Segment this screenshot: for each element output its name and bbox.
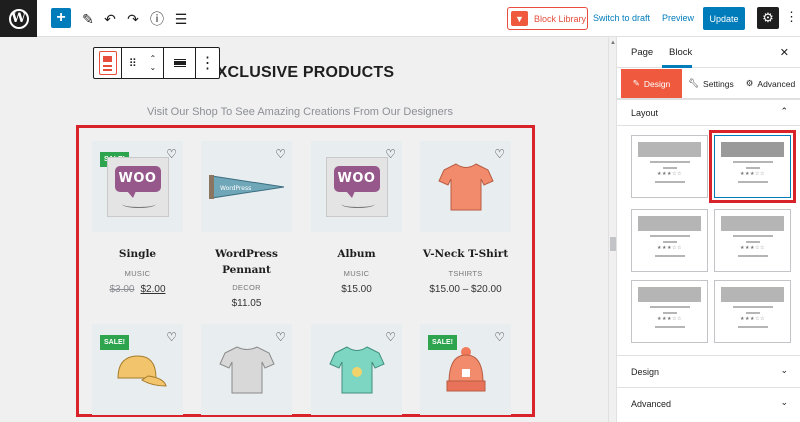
add-block-button[interactable]: + [51, 8, 71, 28]
advanced-section-title[interactable]: Advanced [631, 399, 671, 409]
product-price: $15.00 [341, 284, 372, 295]
subtab-design[interactable]: ✎ Design [621, 69, 682, 98]
layout-option-2-selected[interactable]: ★★★☆☆ [709, 130, 796, 203]
grey-tshirt-illustration [218, 345, 275, 393]
original-price: $3.00 [109, 284, 135, 295]
design-section-title[interactable]: Design [631, 367, 659, 377]
product-category: MUSIC [343, 269, 370, 278]
product-card[interactable]: ♡ WordPress WordPress Pennant DECOR $11.… [201, 141, 292, 309]
teal-tshirt-illustration [328, 345, 385, 393]
settings-gear-icon[interactable]: ⚙ [757, 7, 779, 29]
wishlist-heart-icon[interactable]: ♡ [166, 331, 177, 343]
product-card[interactable]: ♡ [311, 324, 402, 415]
product-category: TSHIRTS [448, 269, 483, 278]
product-image[interactable]: ♡ [420, 141, 511, 232]
layout-option-3[interactable]: ★★★☆☆ [631, 209, 708, 272]
product-card[interactable]: ♡ V-Neck T-Shirt TSHIRTS $15.00 – $20.00 [420, 141, 511, 295]
settings-sidebar: Page Block ✕ ✎ Design 🔧︎ Settings ⚙ Advance… [616, 37, 800, 422]
product-image[interactable]: ♡ WOO [311, 141, 402, 232]
product-image[interactable]: SALE! ♡ [92, 324, 183, 415]
more-options-icon[interactable]: ⋮ [785, 9, 798, 25]
tab-block[interactable]: Block [669, 47, 692, 58]
basket-icon: ▼ [511, 11, 528, 26]
brush-icon: ✎ [632, 78, 640, 88]
orange-tshirt-illustration [437, 162, 494, 210]
product-name[interactable]: Album [311, 246, 402, 262]
move-up-down-icon[interactable]: ⌃ ⌄ [149, 54, 156, 72]
sale-price: $2.00 [140, 284, 166, 295]
block-subtabs: ✎ Design 🔧︎ Settings ⚙ Advanced [617, 68, 800, 99]
block-library-label: Block Library [534, 13, 587, 24]
details-info-icon[interactable]: ⓘ [146, 8, 168, 30]
block-options-icon[interactable]: ⋮ [196, 48, 219, 78]
chevron-up-icon[interactable]: ⌃ [780, 106, 788, 117]
align-icon [173, 59, 186, 67]
align-button[interactable] [164, 48, 196, 78]
drag-handle-icon[interactable]: ⠿ [129, 57, 137, 70]
section-subheading: Visit Our Shop To See Amazing Creations … [147, 106, 453, 118]
product-card[interactable]: SALE! ♡ [92, 324, 183, 415]
product-category: MUSIC [124, 269, 151, 278]
wrench-icon: 🔧︎ [688, 78, 700, 88]
product-name[interactable]: V-Neck T-Shirt [420, 246, 511, 262]
product-card[interactable]: ♡ [201, 324, 292, 415]
product-price: $15.00 – $20.00 [429, 284, 502, 295]
chevron-down-icon[interactable]: ⌄ [780, 397, 788, 408]
product-image[interactable]: ♡ [311, 324, 402, 415]
woo-album-cover: WOO [106, 156, 169, 217]
edit-tools-icon[interactable]: ✎ [77, 8, 99, 30]
layout-option-1[interactable]: ★★★☆☆ [631, 135, 708, 198]
wordpress-logo-button[interactable]: W [0, 0, 37, 37]
svg-text:WordPress: WordPress [220, 185, 251, 192]
product-name[interactable]: Single [92, 246, 183, 262]
product-image[interactable]: SALE! ♡ WOO [92, 141, 183, 232]
gear-icon: ⚙ [745, 78, 754, 88]
close-icon[interactable]: ✕ [780, 46, 789, 59]
product-category: DECOR [232, 283, 261, 292]
chevron-down-icon[interactable]: ⌄ [780, 365, 788, 376]
product-card[interactable]: SALE! ♡ [420, 324, 511, 415]
redo-icon[interactable]: ↷ [122, 8, 144, 30]
subtab-advanced[interactable]: ⚙ Advanced [742, 69, 799, 98]
switch-to-draft-link[interactable]: Switch to draft [593, 13, 650, 23]
product-card[interactable]: SALE! ♡ WOO Single MUSIC $3.00 $2.00 [92, 141, 183, 295]
product-image[interactable]: ♡ WordPress [201, 141, 292, 232]
editor-top-bar: W + ✎ ↶ ↷ ⓘ ☰ ▼ Block Library Switch to … [0, 0, 800, 37]
canvas-scrollbar[interactable]: ▲ [608, 37, 616, 422]
preview-link[interactable]: Preview [662, 13, 694, 23]
beanie-illustration [446, 346, 485, 391]
wishlist-heart-icon[interactable]: ♡ [494, 148, 505, 160]
wishlist-heart-icon[interactable]: ♡ [275, 331, 286, 343]
product-name[interactable]: WordPress Pennant [201, 246, 292, 278]
layout-section-title[interactable]: Layout [631, 108, 658, 118]
sidebar-tabs: Page Block ✕ [617, 37, 800, 68]
layout-option-6[interactable]: ★★★☆☆ [714, 280, 791, 343]
wordpress-icon: W [8, 8, 29, 29]
undo-icon[interactable]: ↶ [99, 8, 121, 30]
layout-option-5[interactable]: ★★★☆☆ [631, 280, 708, 343]
product-grid-icon [98, 51, 117, 75]
cap-illustration [116, 354, 167, 387]
product-image[interactable]: ♡ [201, 324, 292, 415]
sale-badge: SALE! [100, 335, 129, 350]
wishlist-heart-icon[interactable]: ♡ [494, 331, 505, 343]
block-toolbar: ⠿ ⌃ ⌄ ⋮ [93, 47, 220, 79]
product-price: $11.05 [231, 298, 262, 309]
layout-option-4[interactable]: ★★★☆☆ [714, 209, 791, 272]
wishlist-heart-icon[interactable]: ♡ [385, 331, 396, 343]
woo-album-cover: WOO [325, 156, 388, 217]
list-view-icon[interactable]: ☰ [170, 8, 192, 30]
product-image[interactable]: SALE! ♡ [420, 324, 511, 415]
pennant-illustration: WordPress [208, 174, 284, 199]
tab-page[interactable]: Page [631, 47, 653, 58]
block-library-button[interactable]: ▼ Block Library [507, 7, 588, 30]
wishlist-heart-icon[interactable]: ♡ [275, 148, 286, 160]
subtab-settings[interactable]: 🔧︎ Settings [684, 69, 738, 98]
product-price: $3.00 $2.00 [92, 284, 183, 295]
block-type-button[interactable] [94, 48, 122, 78]
update-button[interactable]: Update [703, 7, 745, 30]
product-card[interactable]: ♡ WOO Album MUSIC $15.00 [311, 141, 402, 295]
